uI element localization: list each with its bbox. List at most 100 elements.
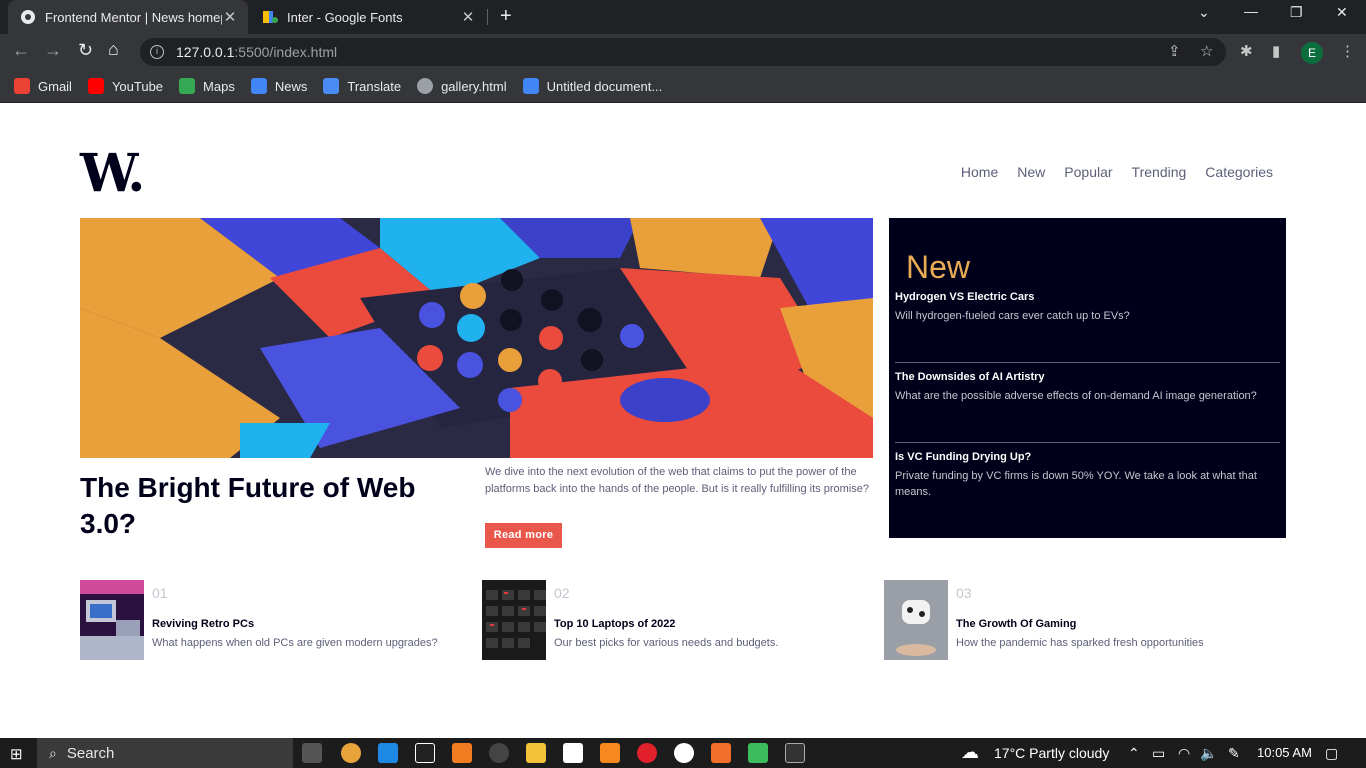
new-item-title: The Downsides of AI Artistry bbox=[895, 371, 1045, 383]
wifi-icon[interactable]: ◠ bbox=[1178, 745, 1190, 762]
new-section-title: New bbox=[906, 249, 971, 285]
new-section: New Hydrogen VS Electric Cars Will hydro… bbox=[889, 218, 1286, 538]
obs-icon[interactable] bbox=[489, 743, 509, 763]
weather-text[interactable]: 17°C Partly cloudy bbox=[994, 745, 1109, 761]
bookmark-label: gallery.html bbox=[441, 78, 507, 94]
article-card[interactable]: 01 Reviving Retro PCs What happens when … bbox=[80, 580, 460, 660]
reload-icon[interactable]: ↻ bbox=[78, 40, 93, 61]
close-icon[interactable]: ✕ bbox=[222, 8, 238, 26]
main-nav: Home New Popular Trending Categories bbox=[942, 164, 1273, 180]
read-more-button[interactable]: Read more bbox=[485, 523, 562, 548]
back-icon[interactable]: ← bbox=[12, 40, 30, 61]
search-icon: ⌕ bbox=[49, 744, 57, 761]
bookmark-label: Maps bbox=[203, 78, 235, 94]
hero-headline: The Bright Future of Web 3.0? bbox=[80, 472, 416, 539]
nav-home[interactable]: Home bbox=[961, 164, 998, 180]
tab-separator bbox=[487, 9, 488, 25]
docs-icon bbox=[522, 78, 539, 94]
taskbar-search[interactable]: ⌕ Search bbox=[37, 738, 293, 768]
opera-icon[interactable] bbox=[637, 743, 657, 763]
youtube-icon bbox=[87, 78, 104, 94]
restore-icon[interactable]: ❐ bbox=[1290, 4, 1303, 21]
home-icon[interactable]: ⌂ bbox=[108, 39, 119, 60]
article-card[interactable]: 03 The Growth Of Gaming How the pandemic… bbox=[884, 580, 1264, 660]
share-icon[interactable]: ⇪ bbox=[1168, 42, 1181, 60]
nav-new[interactable]: New bbox=[1017, 164, 1045, 180]
terminal-icon[interactable] bbox=[785, 743, 805, 763]
new-tab-button[interactable]: + bbox=[500, 5, 512, 28]
nav-categories[interactable]: Categories bbox=[1205, 164, 1273, 180]
new-item[interactable]: Is VC Funding Drying Up? Private funding… bbox=[895, 451, 1280, 500]
article-card[interactable]: 02 Top 10 Laptops of 2022 Our best picks… bbox=[482, 580, 862, 660]
file-explorer-icon[interactable] bbox=[526, 743, 546, 763]
google-fonts-icon bbox=[262, 9, 278, 25]
pen-icon[interactable]: ✎ bbox=[1228, 745, 1240, 762]
new-item-desc: What are the possible adverse effects of… bbox=[895, 390, 1257, 402]
vlc-icon[interactable] bbox=[600, 743, 620, 763]
site-logo[interactable]: W. bbox=[80, 143, 145, 204]
site-info-icon[interactable]: i bbox=[150, 45, 164, 59]
card-title: The Growth Of Gaming bbox=[956, 618, 1077, 630]
extensions-icon[interactable]: ✱ bbox=[1240, 42, 1253, 60]
new-item[interactable]: The Downsides of AI Artistry What are th… bbox=[895, 371, 1280, 442]
sublime-icon[interactable] bbox=[452, 743, 472, 763]
bookmark-label: Gmail bbox=[38, 78, 72, 94]
task-view-icon[interactable] bbox=[302, 743, 322, 763]
battery-icon[interactable]: ▭ bbox=[1152, 745, 1165, 762]
bookmark-gallery[interactable]: gallery.html bbox=[417, 78, 507, 94]
browser-toolbar: ← → ↻ ⌂ i 127.0.0.1:5500/index.html ⇪ ☆ … bbox=[0, 34, 1366, 70]
bookmarks-bar: Gmail YouTube Maps News Translate galler… bbox=[0, 70, 1366, 103]
close-icon[interactable]: ✕ bbox=[460, 8, 476, 26]
nav-trending[interactable]: Trending bbox=[1132, 164, 1187, 180]
bookmark-untitled-document[interactable]: Untitled document... bbox=[522, 78, 662, 94]
windows-start-icon[interactable]: ⊞ bbox=[10, 745, 23, 763]
new-item-title: Hydrogen VS Electric Cars bbox=[895, 291, 1035, 303]
tab-frontend-mentor[interactable]: Frontend Mentor | News homepage ✕ bbox=[8, 0, 248, 34]
bookmark-maps[interactable]: Maps bbox=[179, 78, 235, 94]
nav-popular[interactable]: Popular bbox=[1064, 164, 1112, 180]
bookmark-label: News bbox=[274, 78, 308, 94]
new-item[interactable]: Hydrogen VS Electric Cars Will hydrogen-… bbox=[895, 291, 1280, 362]
new-item-desc: Private funding by VC firms is down 50% … bbox=[895, 470, 1257, 498]
profile-avatar[interactable]: E bbox=[1301, 42, 1323, 64]
bookmark-youtube[interactable]: YouTube bbox=[87, 78, 164, 94]
bookmark-label: YouTube bbox=[111, 78, 164, 94]
card-title: Reviving Retro PCs bbox=[152, 618, 255, 630]
star-icon[interactable]: ☆ bbox=[1200, 42, 1213, 60]
clapper-icon[interactable] bbox=[563, 743, 583, 763]
article-cards: 01 Reviving Retro PCs What happens when … bbox=[80, 580, 1286, 660]
card-number: 03 bbox=[956, 585, 972, 601]
volume-icon[interactable]: 🔈 bbox=[1200, 745, 1217, 762]
chrome-icon[interactable] bbox=[341, 743, 361, 763]
divider bbox=[895, 362, 1280, 363]
side-panel-icon[interactable]: ▮ bbox=[1272, 42, 1280, 60]
clock[interactable]: 10:05 AM bbox=[1257, 745, 1312, 760]
close-window-icon[interactable]: ✕ bbox=[1336, 4, 1348, 21]
windows-taskbar: ⊞ ⌕ Search ☁ 17°C Partly cloudy ⌃ ▭ ◠ 🔈 … bbox=[0, 738, 1366, 768]
chevron-up-icon[interactable]: ⌃ bbox=[1128, 745, 1140, 762]
xampp-icon[interactable] bbox=[711, 743, 731, 763]
bookmark-gmail[interactable]: Gmail bbox=[14, 78, 72, 94]
forward-icon[interactable]: → bbox=[44, 40, 62, 61]
tab-search-icon[interactable]: ⌄ bbox=[1198, 4, 1210, 21]
retro-pcs-thumbnail bbox=[80, 580, 144, 660]
store-icon[interactable] bbox=[748, 743, 768, 763]
pycharm-icon[interactable] bbox=[415, 743, 435, 763]
card-description: Our best picks for various needs and bud… bbox=[554, 637, 779, 649]
card-description: What happens when old PCs are given mode… bbox=[152, 637, 438, 649]
address-bar[interactable]: i 127.0.0.1:5500/index.html bbox=[140, 38, 1226, 66]
minimize-icon[interactable]: — bbox=[1244, 3, 1258, 19]
news-homepage: W. Home New Popular Trending Categories bbox=[0, 103, 1366, 738]
divider bbox=[895, 442, 1280, 443]
weather-cloud-icon: ☁ bbox=[961, 742, 979, 762]
yandex-icon[interactable] bbox=[674, 743, 694, 763]
bookmark-translate[interactable]: Translate bbox=[323, 78, 401, 94]
gmail-icon bbox=[14, 78, 30, 94]
vscode-icon[interactable] bbox=[378, 743, 398, 763]
tab-google-fonts[interactable]: Inter - Google Fonts ✕ bbox=[250, 0, 486, 34]
menu-icon[interactable]: ⋮ bbox=[1340, 42, 1355, 60]
hero-image bbox=[80, 218, 873, 458]
bookmark-news[interactable]: News bbox=[250, 78, 308, 94]
search-label: Search bbox=[66, 744, 115, 762]
notification-icon[interactable]: ▢ bbox=[1325, 745, 1338, 762]
